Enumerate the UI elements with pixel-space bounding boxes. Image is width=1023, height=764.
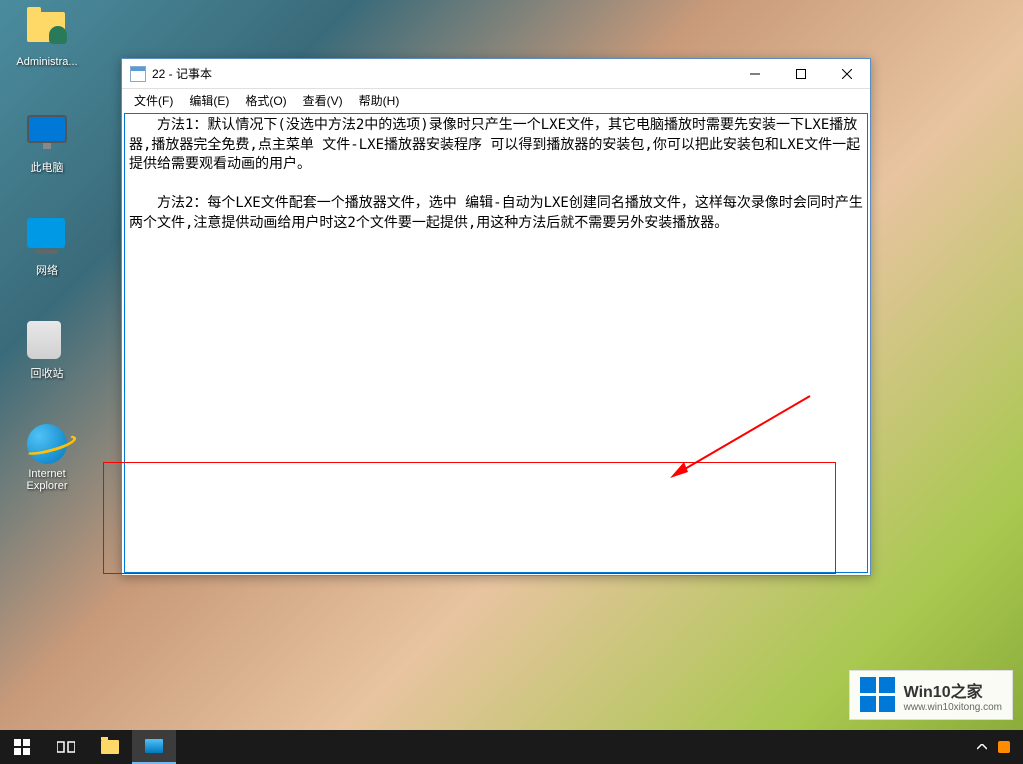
tray-chevron-up-icon[interactable] [971, 730, 993, 764]
menu-format[interactable]: 格式(O) [237, 90, 294, 111]
tray-app-icon[interactable] [993, 730, 1015, 764]
network-icon [27, 218, 67, 258]
desktop-icon-network[interactable]: 网络 [12, 218, 82, 278]
icon-label: 网络 [12, 262, 82, 278]
icon-label: 此电脑 [12, 159, 82, 175]
notepad-window[interactable]: 22 - 记事本 文件(F) 编辑(E) 格式(O) 查看(V) 帮助(H) 方… [121, 58, 871, 576]
text-area[interactable]: 方法1：默认情况下(没选中方法2中的选项)录像时只产生一个LXE文件，其它电脑播… [124, 113, 868, 573]
computer-icon [27, 115, 67, 155]
taskbar [0, 730, 1023, 764]
titlebar[interactable]: 22 - 记事本 [122, 59, 870, 89]
window-title: 22 - 记事本 [152, 65, 732, 82]
watermark: Win10之家 www.win10xitong.com [849, 670, 1013, 720]
menu-file[interactable]: 文件(F) [126, 90, 181, 111]
watermark-title: Win10之家 [904, 678, 1002, 702]
menubar: 文件(F) 编辑(E) 格式(O) 查看(V) 帮助(H) [122, 89, 870, 111]
menu-help[interactable]: 帮助(H) [351, 90, 408, 111]
minimize-button[interactable] [732, 59, 778, 89]
menu-view[interactable]: 查看(V) [295, 90, 351, 111]
icon-label: Internet Explorer [12, 468, 82, 492]
menu-edit[interactable]: 编辑(E) [181, 90, 237, 111]
taskbar-file-explorer[interactable] [88, 730, 132, 764]
start-button[interactable] [0, 730, 44, 764]
window-controls [732, 59, 870, 89]
watermark-url: www.win10xitong.com [904, 702, 1002, 713]
windows-logo-icon [860, 677, 896, 713]
recycle-bin-icon [27, 321, 67, 361]
notepad-app-icon [130, 66, 146, 82]
desktop-icon-this-pc[interactable]: 此电脑 [12, 115, 82, 175]
desktop-icon-user-folder[interactable]: Administra... [12, 12, 82, 68]
folder-icon [27, 12, 67, 52]
desktop-icon-ie[interactable]: Internet Explorer [12, 424, 82, 492]
desktop-icon-recycle-bin[interactable]: 回收站 [12, 321, 82, 381]
task-view-button[interactable] [44, 730, 88, 764]
system-tray [971, 730, 1023, 764]
icon-label: 回收站 [12, 365, 82, 381]
ie-icon [27, 424, 67, 464]
taskbar-screen-recorder[interactable] [132, 730, 176, 764]
icon-label: Administra... [12, 56, 82, 68]
close-button[interactable] [824, 59, 870, 89]
maximize-button[interactable] [778, 59, 824, 89]
